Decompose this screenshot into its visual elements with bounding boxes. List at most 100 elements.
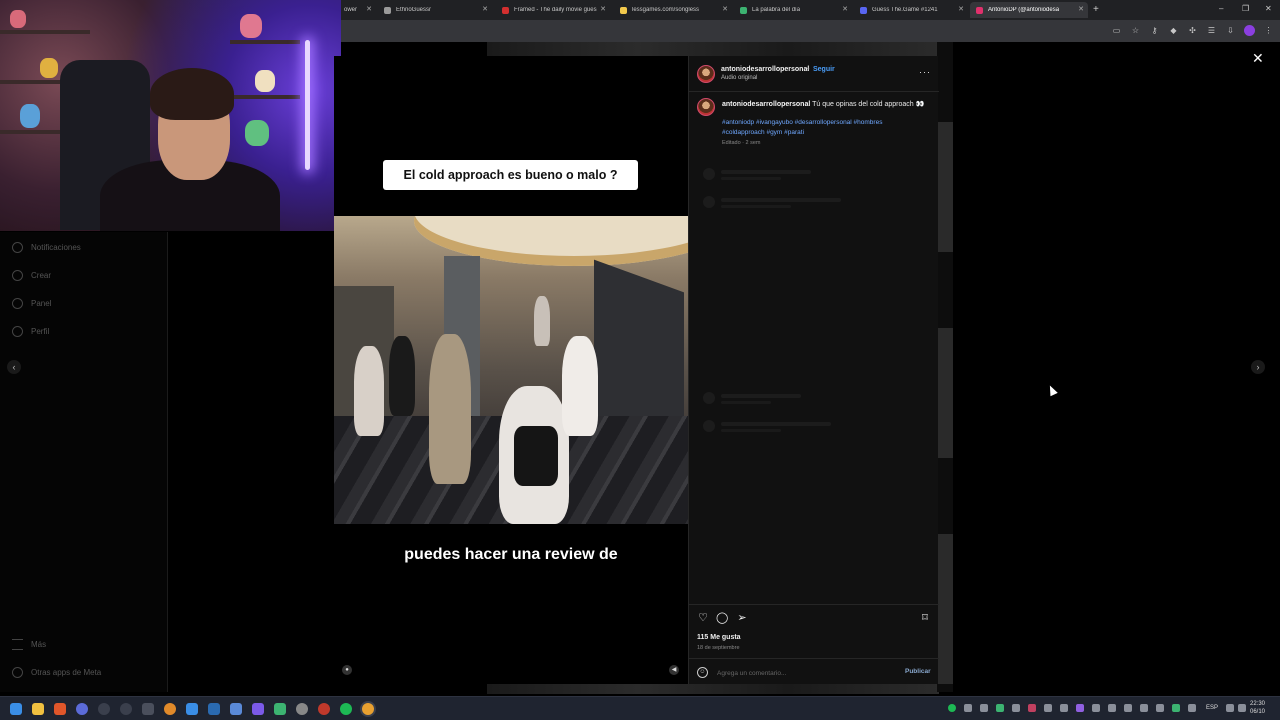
- meta-apps-icon: [12, 667, 23, 678]
- modal-close-button[interactable]: ✕: [1252, 50, 1264, 67]
- next-post-button[interactable]: ›: [1251, 360, 1265, 374]
- extension-shield-icon[interactable]: ◆: [1168, 25, 1179, 36]
- tab-3[interactable]: lessgames.com/songless ✕: [614, 2, 732, 18]
- tab-1[interactable]: EthnoGuessr ✕: [378, 2, 492, 18]
- sidebar-item-create[interactable]: Crear: [12, 270, 51, 281]
- tray-icon[interactable]: [1076, 704, 1084, 712]
- app-icon[interactable]: [76, 703, 88, 715]
- sound-toggle-icon[interactable]: ◀: [669, 665, 679, 675]
- emoji-icon[interactable]: ☺: [697, 667, 708, 678]
- tab-4[interactable]: La palabra del día ✕: [734, 2, 852, 18]
- loading-comment-placeholder: [703, 196, 883, 212]
- app-icon[interactable]: [120, 703, 132, 715]
- app-icon[interactable]: [296, 703, 308, 715]
- app-icon[interactable]: [164, 703, 176, 715]
- tab-close-icon[interactable]: ✕: [482, 5, 488, 13]
- tray-icon[interactable]: [980, 704, 988, 712]
- app-icon[interactable]: [230, 703, 242, 715]
- reel-video[interactable]: El cold approach es bueno o malo ? puede…: [334, 56, 688, 684]
- profile-icon[interactable]: [1244, 25, 1255, 36]
- minimize-button[interactable]: –: [1219, 4, 1223, 13]
- bookmark-star-icon[interactable]: ☆: [1130, 25, 1141, 36]
- comment-icon[interactable]: ◯: [716, 612, 728, 624]
- tab-close-icon[interactable]: ✕: [1078, 5, 1084, 13]
- tab-close-icon[interactable]: ✕: [842, 5, 848, 13]
- tray-icon[interactable]: [1060, 704, 1068, 712]
- sidebar-item-more[interactable]: Más: [12, 639, 46, 650]
- sidebar-item-profile[interactable]: Perfil: [12, 326, 49, 337]
- app-icon[interactable]: [186, 703, 198, 715]
- tray-icon[interactable]: [1044, 704, 1052, 712]
- follow-button[interactable]: Seguir: [813, 66, 835, 73]
- sidebar-item-panel[interactable]: Panel: [12, 298, 51, 309]
- microphone-icon[interactable]: [1188, 704, 1196, 712]
- tab-close-icon[interactable]: ✕: [722, 5, 728, 13]
- sidebar-item-notifications[interactable]: Notificaciones: [12, 242, 81, 253]
- webcam-overlay: [0, 0, 341, 231]
- volume-icon[interactable]: [1238, 704, 1246, 712]
- tab-close-icon[interactable]: ✕: [958, 5, 964, 13]
- search-icon[interactable]: [54, 703, 66, 715]
- like-heart-icon[interactable]: ♡: [697, 612, 709, 624]
- menu-kebab-icon[interactable]: ⋮: [1263, 25, 1274, 36]
- avatar[interactable]: [697, 65, 715, 83]
- download-icon[interactable]: ⇩: [1225, 25, 1236, 36]
- app-icon[interactable]: [142, 703, 154, 715]
- favicon-icon: [976, 6, 983, 14]
- discord-icon[interactable]: [252, 703, 264, 715]
- tagged-users-icon[interactable]: ●: [342, 665, 352, 675]
- post-hashtags[interactable]: #antoniodp #ivangayubo #desarrolloperson…: [722, 118, 912, 137]
- tray-icon[interactable]: [1156, 704, 1164, 712]
- tab-close-icon[interactable]: ✕: [600, 5, 606, 13]
- tab-0[interactable]: ower ✕: [338, 2, 376, 18]
- tray-icon[interactable]: [948, 704, 956, 712]
- window-close-button[interactable]: ✕: [1265, 4, 1272, 13]
- sidebar-item-label: Perfil: [31, 327, 50, 336]
- tab-2[interactable]: Framed - The daily movie gues ✕: [496, 2, 610, 18]
- tray-icon[interactable]: [964, 704, 972, 712]
- windows-start-icon[interactable]: [10, 703, 22, 715]
- more-options-icon[interactable]: ···: [919, 67, 931, 77]
- tray-icon[interactable]: [1140, 704, 1148, 712]
- network-icon[interactable]: [1226, 704, 1234, 712]
- prev-post-button[interactable]: ‹: [7, 360, 21, 374]
- extensions-puzzle-icon[interactable]: ✣: [1187, 25, 1198, 36]
- sidebar-item-meta-apps[interactable]: Otras apps de Meta: [12, 667, 101, 678]
- system-clock[interactable]: 22:30 06/10: [1250, 700, 1265, 716]
- tray-icon[interactable]: [1012, 704, 1020, 712]
- caption-username[interactable]: antoniodesarrollopersonal: [722, 101, 810, 108]
- steam-icon[interactable]: [208, 703, 220, 715]
- cast-icon[interactable]: ▭: [1111, 25, 1122, 36]
- share-send-icon[interactable]: ➢: [736, 612, 748, 624]
- maximize-button[interactable]: ❐: [1242, 4, 1249, 13]
- tray-icon[interactable]: [1028, 704, 1036, 712]
- chrome-icon[interactable]: [362, 703, 374, 715]
- key-icon[interactable]: ⚷: [1149, 25, 1160, 36]
- tab-close-icon[interactable]: ✕: [366, 5, 372, 13]
- reading-list-icon[interactable]: ☰: [1206, 25, 1217, 36]
- app-icon[interactable]: [274, 703, 286, 715]
- shelf: [0, 30, 90, 34]
- audio-label[interactable]: Audio original: [721, 75, 757, 81]
- app-icon[interactable]: [318, 703, 330, 715]
- file-explorer-icon[interactable]: [32, 703, 44, 715]
- app-icon[interactable]: [98, 703, 110, 715]
- tray-icon[interactable]: [1124, 704, 1132, 712]
- language-indicator[interactable]: ESP: [1206, 705, 1218, 711]
- likes-count[interactable]: 115 Me gusta: [697, 634, 741, 641]
- tab-6-active[interactable]: AntonioDP (@antoniodesa ✕: [970, 2, 1088, 18]
- save-bookmark-icon[interactable]: ⌑: [919, 612, 931, 624]
- post-username[interactable]: antoniodesarrollopersonal: [721, 66, 809, 73]
- comment-input[interactable]: [717, 666, 897, 680]
- spotify-icon[interactable]: [340, 703, 352, 715]
- tab-title: La palabra del día: [752, 7, 801, 13]
- tray-icon[interactable]: [1092, 704, 1100, 712]
- tray-icon[interactable]: [996, 704, 1004, 712]
- publish-button[interactable]: Publicar: [905, 668, 931, 675]
- tray-icon[interactable]: [1108, 704, 1116, 712]
- new-tab-button[interactable]: +: [1093, 4, 1099, 15]
- avatar[interactable]: [697, 98, 715, 116]
- tray-icon[interactable]: [1172, 704, 1180, 712]
- tab-5[interactable]: Guess The.Game #1241 ✕: [854, 2, 968, 18]
- person-figure: [354, 346, 384, 436]
